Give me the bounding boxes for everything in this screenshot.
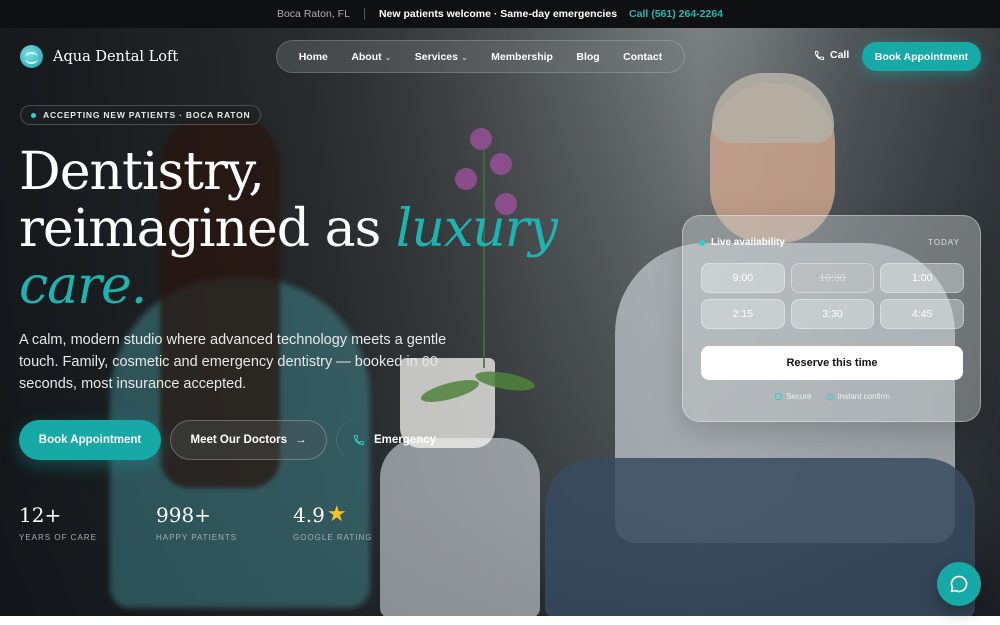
chevron-down-icon: ⌄ [460,52,468,62]
nav-item-membership[interactable]: Membership [491,51,553,63]
header-book-appointment-button[interactable]: Book Appointment [862,42,981,71]
stat-patients: 998+ HAPPY PATIENTS [156,503,237,542]
time-slot-unavailable: 10:30 [790,263,875,293]
divider [363,8,365,20]
stat-label: GOOGLE RATING [293,533,373,542]
header-call-link[interactable]: Call [814,49,849,61]
time-slot-grid: 9:00 10:30 1:00 2:15 3:30 4:45 [701,263,964,329]
stat-label: YEARS OF CARE [19,533,97,542]
secure-note: Secure [775,392,811,401]
chat-button[interactable] [937,562,981,606]
stat-rating: 4.9 ★ GOOGLE RATING [293,503,373,542]
stat-value: 998+ [156,503,211,527]
meet-doctors-button[interactable]: Meet Our Doctors → [170,420,327,460]
stat-value: 12+ [19,503,62,527]
availability-day: TODAY [928,238,960,247]
nav-item-blog[interactable]: Blog [576,51,599,63]
hero-headline: Dentistry, reimagined as luxury care. [19,144,579,315]
hero-photo-man-hair [712,73,834,143]
wave-logo-icon [20,45,43,68]
stat-value-row: 4.9 ★ [293,503,373,527]
shield-icon [775,393,783,400]
brand-logo[interactable]: Aqua Dental Loft [20,45,178,68]
nav-item-home[interactable]: Home [299,51,328,63]
nav-item-about[interactable]: About ⌄ [351,51,391,63]
nav-item-label: About [351,50,382,63]
nav-item-contact[interactable]: Contact [623,51,662,63]
emergency-label: Emergency [374,434,437,446]
availability-title: Live availability [711,237,785,248]
availability-footer: Secure Instant confirm [683,392,982,401]
time-slot[interactable]: 3:30 [790,299,875,329]
brand-name: Aqua Dental Loft [53,48,179,65]
headline-accent-care: care. [19,256,147,316]
reserve-time-button[interactable]: Reserve this time [701,346,963,380]
time-slot[interactable]: 2:15 [701,299,785,329]
main-navigation: Home About ⌄ Services ⌄ Membership Blog Co… [276,40,685,73]
live-dot-icon [699,239,705,246]
availability-card: Live availability TODAY 9:00 10:30 1:00 … [682,215,981,422]
book-appointment-button[interactable]: Book Appointment [19,420,161,460]
emergency-button[interactable]: Emergency [336,420,446,460]
availability-header: Live availability [699,237,785,248]
hero-description: A calm, modern studio where advanced tec… [19,332,447,392]
chevron-down-icon: ⌄ [384,52,392,62]
nav-item-services[interactable]: Services ⌄ [415,51,468,63]
time-slot[interactable]: 9:00 [701,263,785,293]
hero-photo-man-jeans [545,458,975,616]
phone-icon [353,435,364,446]
location-text: Boca Raton, FL [276,8,350,20]
stat-years: 12+ YEARS OF CARE [19,503,97,542]
chat-bubble-icon [950,575,968,593]
top-announcement-bar: Boca Raton, FL New patients welcome · Sa… [0,0,1000,28]
headline-accent-luxury: luxury [395,199,558,259]
nav-item-label: Services [414,50,458,63]
secure-label: Secure [786,392,812,401]
announcement-text: New patients welcome · Same-day emergenc… [378,8,618,20]
phone-link[interactable]: Call (561) 264-2264 [629,8,723,20]
hero-photo-vase [380,438,540,616]
star-icon: ★ [326,502,347,527]
headline-line-1: Dentistry, [19,142,265,202]
meet-doctors-label: Meet Our Doctors [190,434,288,446]
page-bottom-edge [0,616,1000,625]
bolt-icon [826,392,835,401]
time-slot[interactable]: 4:45 [880,299,964,329]
stat-label: HAPPY PATIENTS [156,533,238,542]
headline-line-2: reimagined as [19,199,396,259]
time-slot[interactable]: 1:00 [880,263,964,293]
call-label: Call [830,49,850,61]
phone-icon [814,50,825,60]
new-patients-badge: ACCEPTING NEW PATIENTS · BOCA RATON [20,105,262,125]
instant-confirm-label: Instant confirm [837,392,890,401]
instant-confirm-note: Instant confirm [826,392,890,401]
arrow-right-icon: → [295,434,307,446]
stat-value: 4.9 [293,503,325,527]
